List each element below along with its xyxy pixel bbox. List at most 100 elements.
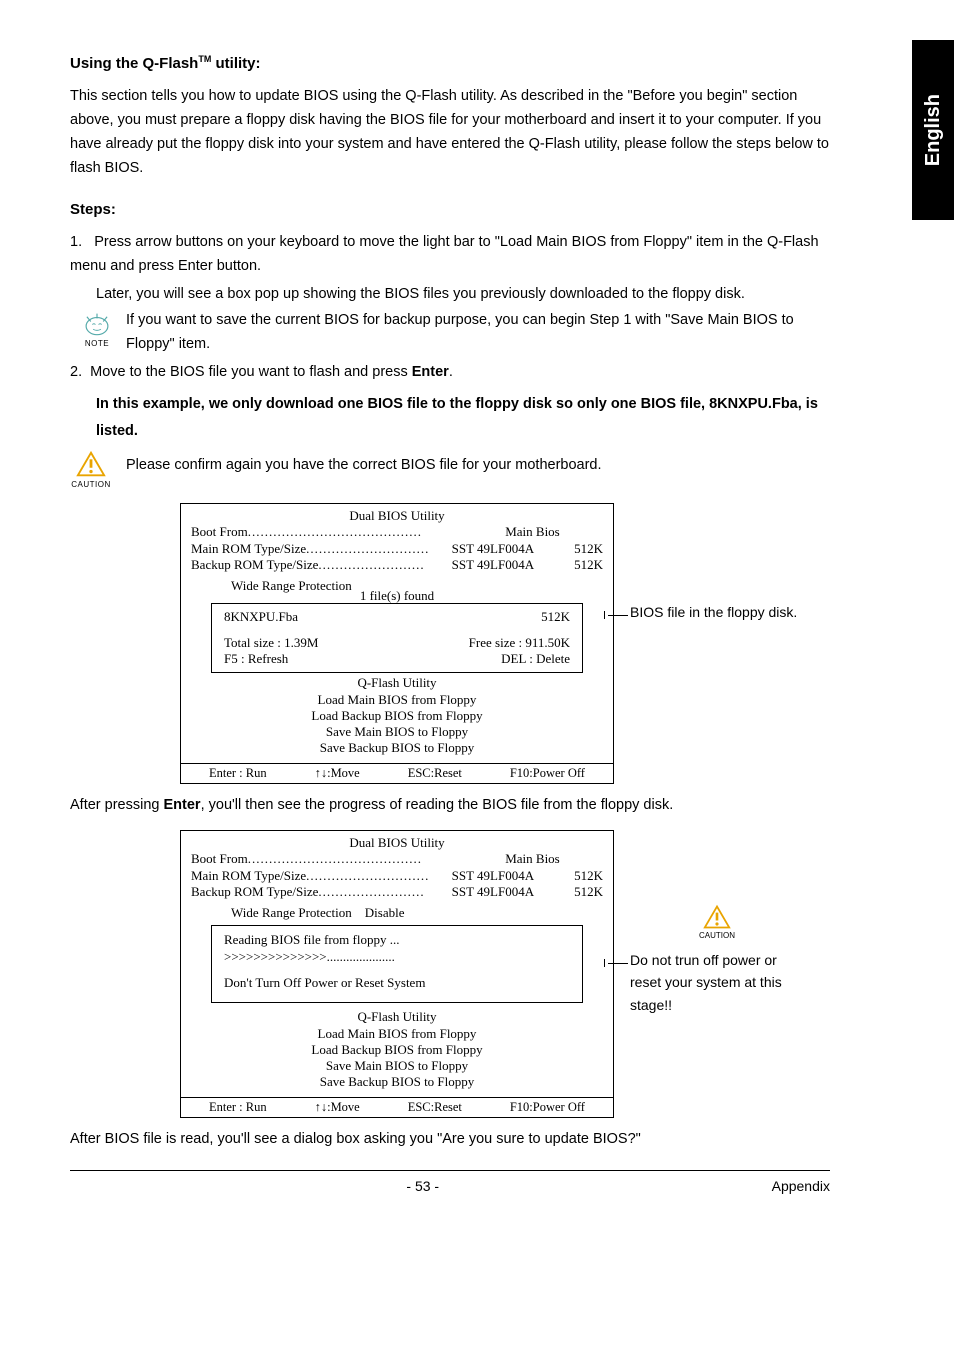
footer-move: ↑↓:Move — [315, 766, 360, 782]
step1-continued: Later, you will see a box pop up showing… — [96, 283, 830, 307]
reading-text: Reading BIOS file from floppy ... — [224, 932, 570, 948]
dots: ......................... — [318, 557, 431, 573]
note-block: NOTE If you want to save the current BIO… — [76, 309, 830, 357]
qflash-item: Save Backup BIOS to Floppy — [191, 740, 603, 756]
language-tab: English — [912, 40, 954, 220]
after-enter-before: After pressing — [70, 797, 164, 813]
footer-f10: F10:Power Off — [510, 766, 585, 782]
after-enter-bold: Enter — [164, 797, 201, 813]
step-2: 2. Move to the BIOS file you want to fla… — [70, 361, 830, 385]
language-tab-text: English — [917, 94, 950, 166]
step1a-text: Press arrow buttons on your keyboard to … — [70, 234, 819, 274]
qflash-item: Load Main BIOS from Floppy — [191, 1026, 603, 1042]
footer-esc-2: ESC:Reset — [408, 1100, 462, 1116]
boot-from-label-2: Boot From — [191, 851, 248, 867]
after-enter-paragraph: After pressing Enter, you'll then see th… — [70, 794, 830, 818]
page-content: Using the Q-FlashTM utility: This sectio… — [70, 52, 830, 1198]
bios-box: Dual BIOS Utility Boot From.............… — [180, 503, 614, 784]
heading-suffix: utility: — [211, 55, 260, 72]
caution-icon: CAUTION — [70, 450, 112, 491]
bios-box-2: Dual BIOS Utility Boot From.............… — [180, 830, 614, 1118]
note-label: NOTE — [85, 337, 109, 350]
caution-mini-label: CAUTION — [699, 930, 735, 943]
backup-rom-size: 512K — [534, 557, 603, 573]
qflash-item: Save Main BIOS to Floppy — [191, 1058, 603, 1074]
callout-1: BIOS file in the floppy disk. — [630, 601, 800, 784]
note-icon: NOTE — [76, 309, 118, 350]
bios-title: Dual BIOS Utility — [191, 508, 603, 524]
main-rom-size: 512K — [534, 541, 603, 557]
file-list-box: 8KNXPU.Fba 512K Total size : 1.39M Free si… — [211, 603, 583, 674]
backup-rom-val-2: SST 49LF004A — [432, 884, 534, 900]
page-footer: - 53 - Appendix — [70, 1170, 830, 1198]
heading-text: Using the Q-Flash — [70, 55, 198, 72]
main-rom-size-2: 512K — [534, 868, 603, 884]
dont-turn-off: Don't Turn Off Power or Reset System — [224, 975, 570, 991]
callout1-text: BIOS file in the floppy disk. — [630, 601, 800, 623]
caution-block: CAUTION Please confirm again you have th… — [70, 450, 830, 491]
footer-enter-2: Enter : Run — [209, 1100, 267, 1116]
section-heading: Using the Q-FlashTM utility: — [70, 52, 830, 77]
caution-mini-icon: CAUTION — [624, 904, 810, 943]
heading-tm: TM — [198, 54, 211, 64]
step2a-after: . — [449, 364, 453, 380]
dots: ............................. — [306, 541, 432, 557]
backup-rom-val: SST 49LF004A — [432, 557, 534, 573]
main-rom-val-2: SST 49LF004A — [432, 868, 534, 884]
progress-bar: >>>>>>>>>>>>>>..................... — [224, 949, 570, 965]
backup-rom-label: Backup ROM Type/Size — [191, 557, 318, 573]
reading-box: Reading BIOS file from floppy ... >>>>>>… — [211, 925, 583, 1003]
qflash-section-2: Q-Flash Utility Load Main BIOS from Flop… — [191, 1009, 603, 1090]
footer-enter: Enter : Run — [209, 766, 267, 782]
backup-rom-label-2: Backup ROM Type/Size — [191, 884, 318, 900]
footer-move-2: ↑↓:Move — [315, 1100, 360, 1116]
qflash-item: Load Backup BIOS from Floppy — [191, 708, 603, 724]
step-number-2: 2. — [70, 364, 82, 380]
note-text: If you want to save the current BIOS for… — [126, 309, 830, 357]
bios-footer-2: Enter : Run ↑↓:Move ESC:Reset F10:Power … — [181, 1097, 613, 1118]
qflash-item: Load Backup BIOS from Floppy — [191, 1042, 603, 1058]
wide-range-row-2: Wide Range Protection Disable — [231, 905, 603, 921]
step-text: Press arrow buttons on your keyboard to … — [70, 234, 819, 274]
footer-f10-2: F10:Power Off — [510, 1100, 585, 1116]
bios-file-name: 8KNXPU.Fba — [224, 609, 298, 625]
boot-from-val-2: Main Bios — [485, 851, 560, 867]
files-found: 1 file(s) found — [191, 588, 603, 604]
after-read-paragraph: After BIOS file is read, you'll see a di… — [70, 1128, 830, 1152]
footer-esc: ESC:Reset — [408, 766, 462, 782]
total-size: Total size : 1.39M — [224, 635, 318, 651]
step-1: 1. Press arrow buttons on your keyboard … — [70, 231, 830, 279]
steps-heading: Steps: — [70, 198, 830, 223]
wide-range-val: Disable — [365, 905, 405, 920]
step-number: 1. — [70, 234, 82, 250]
main-rom-label: Main ROM Type/Size — [191, 541, 306, 557]
bios-screenshot-2: Dual BIOS Utility Boot From.............… — [180, 830, 830, 1118]
qflash-title: Q-Flash Utility — [191, 675, 603, 691]
step2a-before: Move to the BIOS file you want to flash … — [90, 364, 412, 380]
bios-title-2: Dual BIOS Utility — [191, 835, 603, 851]
main-rom-label-2: Main ROM Type/Size — [191, 868, 306, 884]
callout-2: CAUTION Do not trun off power or reset y… — [630, 904, 810, 1118]
appendix-label: Appendix — [772, 1175, 830, 1198]
step2-text: Move to the BIOS file you want to flash … — [86, 364, 453, 380]
step2a-bold: Enter — [412, 364, 449, 380]
intro-paragraph: This section tells you how to update BIO… — [70, 85, 830, 181]
main-rom-val: SST 49LF004A — [432, 541, 534, 557]
boot-from-val: Main Bios — [485, 524, 560, 540]
f5-refresh: F5 : Refresh — [224, 651, 288, 667]
backup-rom-size-2: 512K — [534, 884, 603, 900]
qflash-item: Load Main BIOS from Floppy — [191, 692, 603, 708]
boot-from-label: Boot From — [191, 524, 248, 540]
callout2-text: Do not trun off power or reset your syst… — [630, 949, 810, 1016]
bios-file-size: 512K — [541, 609, 570, 625]
dots: ........................................… — [248, 524, 485, 540]
wide-range-label-2: Wide Range Protection — [231, 905, 352, 920]
bios-screenshot-1: Dual BIOS Utility Boot From.............… — [180, 503, 830, 784]
del-delete: DEL : Delete — [501, 651, 570, 667]
step2-example: In this example, we only download one BI… — [96, 391, 830, 446]
bios-footer: Enter : Run ↑↓:Move ESC:Reset F10:Power … — [181, 763, 613, 784]
qflash-section: Q-Flash Utility Load Main BIOS from Flop… — [191, 675, 603, 756]
page-number: - 53 - — [406, 1175, 439, 1198]
qflash-item: Save Backup BIOS to Floppy — [191, 1074, 603, 1090]
free-size: Free size : 911.50K — [469, 635, 570, 651]
